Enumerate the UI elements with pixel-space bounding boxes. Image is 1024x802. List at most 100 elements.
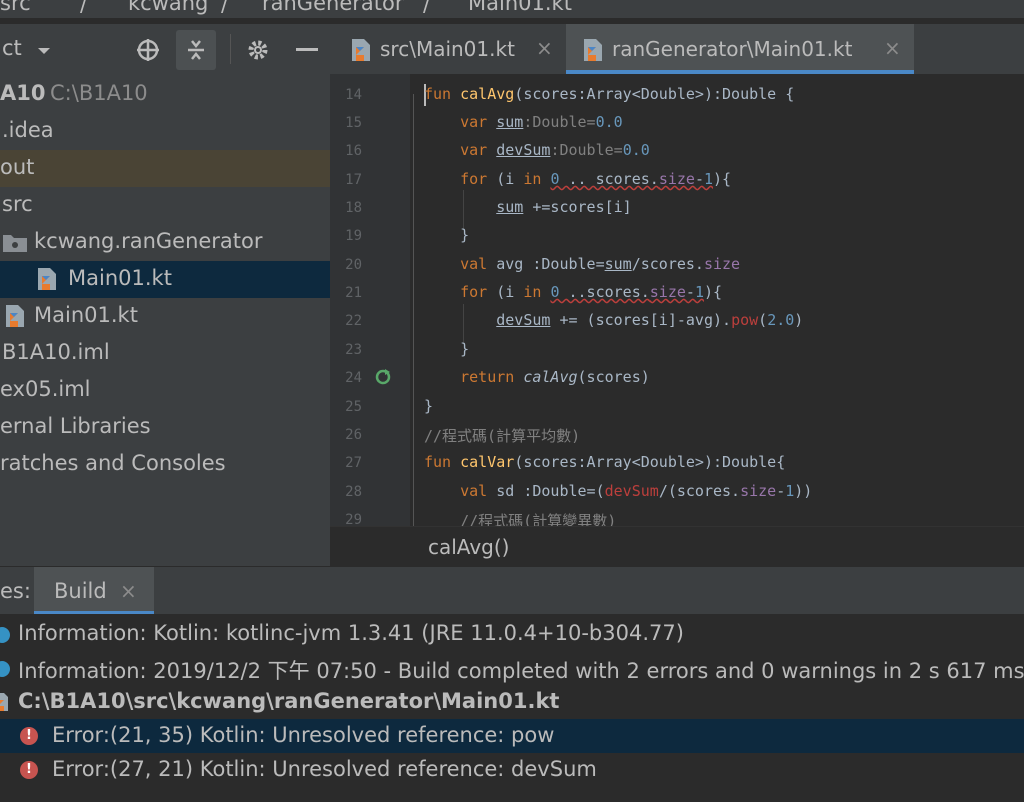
tree-item-src[interactable]: src	[0, 187, 330, 224]
locate-icon[interactable]	[136, 38, 160, 62]
kotlin-file-icon	[584, 39, 602, 61]
tree-item-idea[interactable]: .idea	[0, 113, 330, 150]
code-line: }	[424, 397, 434, 415]
chevron-right-icon: /	[80, 0, 88, 16]
project-path: C:\B1A10	[50, 81, 148, 105]
editor-tab-bar: src\Main01.kt × ranGenerator\Main01.kt ×	[330, 24, 1024, 74]
collapse-all-icon	[188, 40, 204, 60]
info-icon	[0, 627, 10, 643]
build-error-row-selected[interactable]: ! Error:(21, 35) Kotlin: Unresolved refe…	[0, 719, 1024, 753]
line-number: 28	[345, 484, 362, 500]
line-number: 19	[345, 228, 362, 244]
toolbar-divider	[230, 34, 231, 64]
build-error-row[interactable]: ! Error:(27, 21) Kotlin: Unresolved refe…	[0, 753, 1024, 787]
code-line: val avg :Double=sum/scores.size	[460, 255, 741, 273]
code-comment: //程式碼(計算平均數)	[424, 427, 581, 445]
line-number: 27	[345, 455, 362, 471]
code-line: fun calAvg(scores:Array<Double>):Double …	[424, 85, 795, 103]
info-icon	[0, 661, 10, 677]
project-tree: A10 C:\B1A10 .idea out src kcwang.ranGen…	[0, 76, 330, 566]
build-error-message: Error:(27, 21) Kotlin: Unresolved refere…	[52, 757, 597, 781]
tree-item-out[interactable]: out	[0, 150, 330, 187]
line-number: 17	[345, 172, 362, 188]
tree-item-package[interactable]: kcwang.ranGenerator	[0, 224, 330, 261]
tree-item-main01[interactable]: Main01.kt	[0, 298, 330, 335]
gear-icon[interactable]	[246, 38, 270, 62]
code-line: var sum:Double=0.0	[460, 113, 623, 131]
line-number: 18	[345, 200, 362, 216]
code-line: sum +=scores[i]	[496, 198, 632, 216]
chevron-right-icon: /	[423, 0, 431, 16]
breadcrumb-function[interactable]: calAvg()	[428, 535, 509, 559]
bottom-tool-tabs: es: Build ×	[0, 566, 1024, 615]
line-number: 22	[345, 313, 362, 329]
line-number: 24	[345, 370, 362, 386]
error-icon: !	[20, 727, 38, 745]
chevron-right-icon: /	[221, 0, 229, 16]
breadcrumb-file[interactable]: Main01.kt	[468, 0, 572, 15]
breadcrumb-src[interactable]: src	[0, 0, 31, 15]
code-line: }	[424, 340, 470, 358]
build-message: Information: 2019/12/2 下午 07:50 - Build …	[18, 659, 1024, 683]
editor-gutter: 14 15 16 17 18 19 20 21 22 23 24 25 26 2…	[330, 74, 410, 526]
tree-item-scratches[interactable]: ratches and Consoles	[0, 446, 330, 483]
kotlin-file-icon	[38, 268, 56, 290]
line-number: 21	[345, 285, 362, 301]
breadcrumb-rangenerator[interactable]: ranGenerator	[262, 0, 403, 15]
code-editor[interactable]: 14 15 16 17 18 19 20 21 22 23 24 25 26 2…	[330, 74, 1024, 526]
line-number: 14	[345, 87, 362, 103]
line-number: 25	[345, 399, 362, 415]
kotlin-file-icon	[0, 693, 8, 711]
tab-src-main01[interactable]: src\Main01.kt ×	[330, 24, 562, 74]
collapse-all-button[interactable]	[176, 30, 216, 70]
code-line: }	[424, 226, 470, 244]
package-folder-icon	[3, 235, 27, 252]
close-icon[interactable]: ×	[120, 579, 137, 603]
line-number: 15	[345, 115, 362, 131]
close-icon[interactable]: ×	[884, 36, 901, 60]
build-file-path: C:\B1A10\src\kcwang\ranGenerator\Main01.…	[18, 689, 560, 713]
tab-build-label: Build	[54, 579, 107, 603]
tree-item-b1a10-iml[interactable]: B1A10.iml	[0, 335, 330, 372]
minimize-icon[interactable]	[296, 48, 318, 51]
code-line: return calAvg(scores)	[460, 368, 650, 386]
recursive-call-icon	[375, 369, 391, 385]
breadcrumb-kcwang[interactable]: kcwang	[128, 0, 208, 15]
fold-guide	[413, 94, 414, 526]
chevron-down-icon[interactable]	[36, 46, 52, 56]
tab-label: ranGenerator\Main01.kt	[612, 37, 853, 61]
tree-item-main01-selected[interactable]: Main01.kt	[0, 261, 330, 298]
tab-rangenerator-main01[interactable]: ranGenerator\Main01.kt ×	[566, 24, 914, 74]
build-message-row[interactable]: Information: Kotlin: kotlinc-jvm 1.3.41 …	[0, 617, 1024, 651]
tree-item-ex05-iml[interactable]: ex05.iml	[0, 372, 330, 409]
build-message: Information: Kotlin: kotlinc-jvm 1.3.41 …	[18, 621, 684, 645]
build-output: Information: Kotlin: kotlinc-jvm 1.3.41 …	[0, 614, 1024, 802]
code-line: var devSum:Double=0.0	[460, 141, 650, 159]
code-line: for (i in 0 ..scores.size-1){	[460, 283, 723, 301]
code-line: fun calVar(scores:Array<Double>):Double{	[424, 453, 786, 471]
kotlin-file-icon	[6, 305, 24, 327]
tab-label: src\Main01.kt	[380, 37, 515, 61]
line-number: 16	[345, 143, 362, 159]
editor-breadcrumb-bar: calAvg()	[330, 526, 1024, 567]
kotlin-file-icon	[352, 39, 370, 61]
project-toolbar: ct	[0, 24, 330, 76]
line-number: 23	[345, 342, 362, 358]
line-number: 26	[345, 427, 362, 443]
tool-window-prefix: es:	[0, 579, 31, 603]
build-error-message: Error:(21, 35) Kotlin: Unresolved refere…	[52, 723, 555, 747]
code-line: devSum += (scores[i]-avg).pow(2.0)	[496, 311, 804, 329]
error-icon: !	[20, 761, 38, 779]
tab-build[interactable]: Build ×	[34, 567, 154, 615]
code-line: val sd :Double=(devSum/(scores.size-1))	[460, 482, 813, 500]
line-number: 20	[345, 257, 362, 273]
tree-item-project-root[interactable]: A10 C:\B1A10	[0, 76, 330, 113]
line-number: 29	[345, 512, 362, 526]
tree-item-external-libraries[interactable]: ernal Libraries	[0, 409, 330, 446]
build-file-row[interactable]: C:\B1A10\src\kcwang\ranGenerator\Main01.…	[0, 685, 1024, 719]
code-line: for (i in 0 .. scores.size-1){	[460, 170, 732, 188]
build-message-row[interactable]: Information: 2019/12/2 下午 07:50 - Build …	[0, 651, 1024, 685]
code-comment: //程式碼(計算變異數)	[424, 512, 617, 526]
close-icon[interactable]: ×	[536, 36, 553, 60]
project-view-selector[interactable]: ct	[2, 36, 22, 60]
